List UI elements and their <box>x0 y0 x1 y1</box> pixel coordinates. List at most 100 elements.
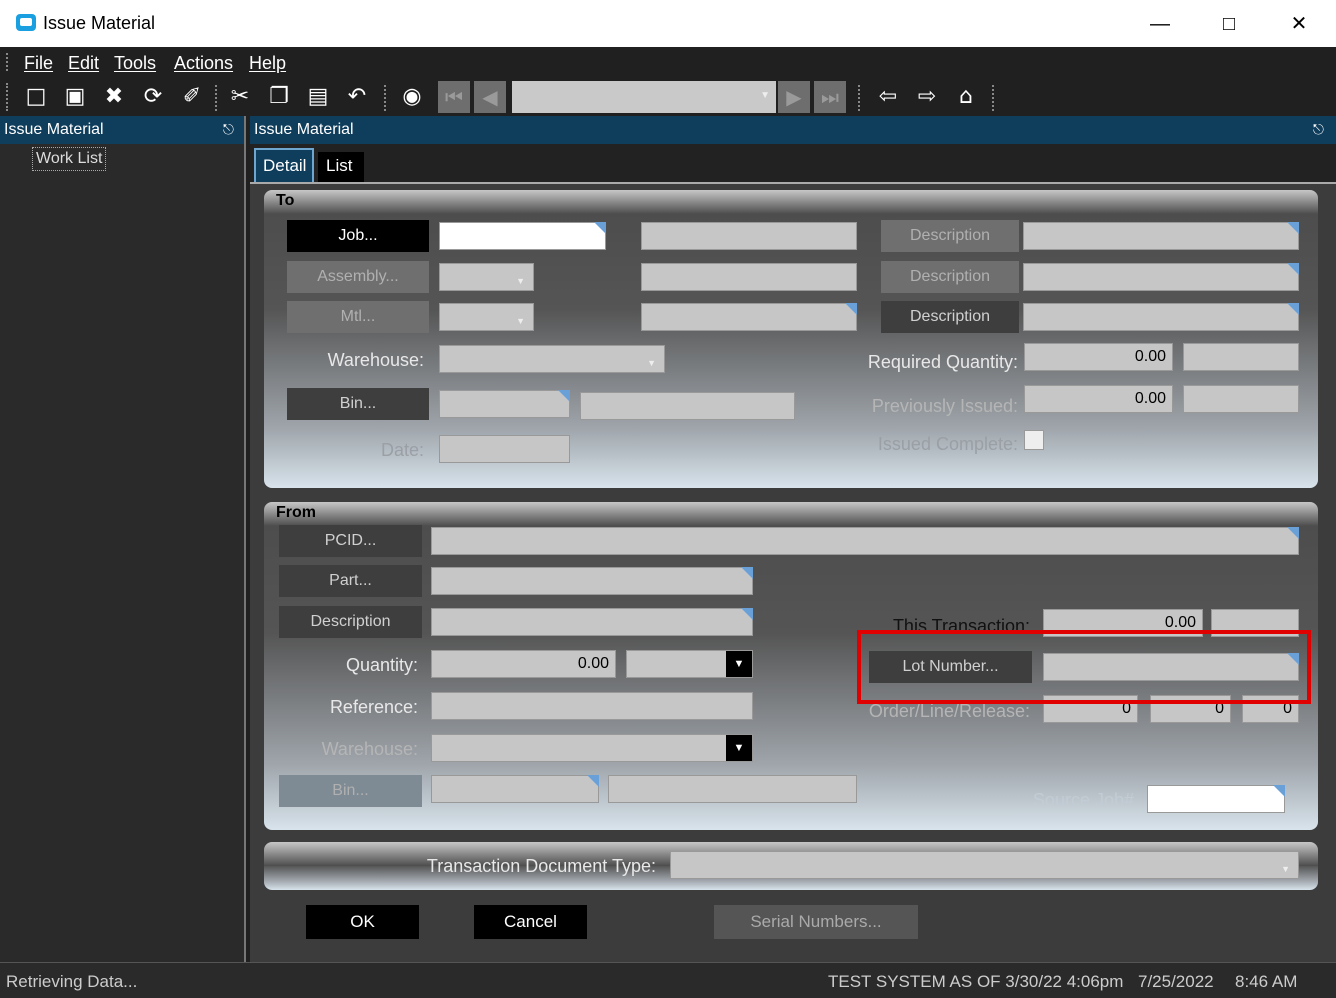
to-bin-description-field[interactable] <box>580 392 795 420</box>
tab-list[interactable]: List <box>318 152 364 182</box>
from-group-title: From <box>276 504 316 521</box>
mtl-description-field[interactable] <box>641 303 857 331</box>
lot-number-highlight-box <box>857 630 1311 704</box>
status-time: 8:46 AM <box>1235 972 1298 991</box>
job-field[interactable] <box>439 222 606 250</box>
chevron-down-icon: ▼ <box>647 358 656 368</box>
from-warehouse-dropdown[interactable]: ▼ <box>431 734 753 762</box>
from-description-field[interactable] <box>431 608 753 636</box>
pin-icon[interactable]: ⎋ <box>1313 121 1324 138</box>
status-message: Retrieving Data... <box>6 972 138 991</box>
from-bin-field[interactable] <box>431 775 599 803</box>
refresh-icon[interactable]: ⟳ <box>139 83 167 111</box>
status-date: 7/25/2022 <box>1138 972 1214 991</box>
tree-item-work-list[interactable]: Work List <box>32 147 107 171</box>
previously-issued-field[interactable]: 0.00 <box>1024 385 1173 413</box>
right-pane-header: Issue Material ⎋ <box>250 116 1336 144</box>
job-description-field[interactable] <box>641 222 857 250</box>
pcid-field[interactable] <box>431 527 1299 555</box>
from-description-button[interactable]: Description <box>279 606 422 638</box>
toolbar-grip <box>6 83 9 111</box>
pcid-button[interactable]: PCID... <box>279 525 422 557</box>
menu-edit[interactable]: Edit <box>68 53 99 74</box>
previous-record-icon[interactable]: ◀ <box>474 81 506 113</box>
issued-complete-checkbox[interactable] <box>1024 430 1044 450</box>
transaction-document-type-dropdown[interactable]: ▼ <box>670 851 1299 879</box>
part-button[interactable]: Part... <box>279 565 422 597</box>
date-field[interactable] <box>439 435 570 463</box>
from-bin-description-field[interactable] <box>608 775 857 803</box>
previously-issued-label: Previously Issued: <box>871 396 1018 416</box>
previously-issued-uom-field[interactable] <box>1183 385 1299 413</box>
cut-icon[interactable]: ✂ <box>226 83 254 111</box>
part-field[interactable] <box>431 567 753 595</box>
date-label: Date: <box>380 440 424 460</box>
tab-detail[interactable]: Detail <box>254 148 314 182</box>
description-button-2[interactable]: Description <box>881 261 1019 293</box>
chevron-down-icon: ▼ <box>516 316 525 326</box>
description-button-3[interactable]: Description <box>881 301 1019 333</box>
last-record-icon[interactable]: ⏭ <box>814 81 846 113</box>
toolbar-separator <box>384 85 386 111</box>
to-group-title: To <box>276 192 295 209</box>
description-field-2[interactable] <box>1023 263 1299 291</box>
assembly-description-field[interactable] <box>641 263 857 291</box>
menu-help[interactable]: Help <box>249 53 286 74</box>
menu-tools[interactable]: Tools <box>114 53 156 74</box>
delete-icon[interactable]: ✖ <box>100 83 128 111</box>
next-record-icon[interactable]: ▶ <box>778 81 810 113</box>
description-field-3[interactable] <box>1023 303 1299 331</box>
first-record-icon[interactable]: ⏮ <box>438 81 470 113</box>
from-warehouse-label: Warehouse: <box>321 739 418 759</box>
source-job-field[interactable] <box>1147 785 1285 813</box>
to-warehouse-dropdown[interactable]: ▼ <box>439 345 665 373</box>
description-field-1[interactable] <box>1023 222 1299 250</box>
quantity-uom-dropdown[interactable]: ▼ <box>626 650 753 678</box>
menu-actions[interactable]: Actions <box>174 53 233 74</box>
record-navigation-combo[interactable]: ▼ <box>512 81 776 113</box>
source-job-label: Source Job# <box>1032 790 1134 810</box>
ok-button[interactable]: OK <box>306 905 419 939</box>
from-bin-button[interactable]: Bin... <box>279 775 422 807</box>
assembly-button[interactable]: Assembly... <box>287 261 429 293</box>
job-button[interactable]: Job... <box>287 220 429 252</box>
to-bin-button[interactable]: Bin... <box>287 388 429 420</box>
search-binoculars-icon[interactable]: ◉ <box>398 83 426 111</box>
required-quantity-label: Required Quantity: <box>867 352 1018 372</box>
assembly-dropdown[interactable]: ▼ <box>439 263 534 291</box>
required-quantity-uom-field[interactable] <box>1183 343 1299 371</box>
home-icon[interactable]: ⌂ <box>952 83 980 111</box>
description-button-1[interactable]: Description <box>881 220 1019 252</box>
paste-icon[interactable]: ▤ <box>304 83 332 111</box>
back-icon[interactable]: ⇦ <box>874 83 902 111</box>
to-bin-field[interactable] <box>439 390 570 418</box>
mtl-dropdown[interactable]: ▼ <box>439 303 534 331</box>
save-icon[interactable]: ▣ <box>61 83 89 111</box>
cancel-button[interactable]: Cancel <box>474 905 587 939</box>
serial-numbers-button[interactable]: Serial Numbers... <box>714 905 918 939</box>
reference-field[interactable] <box>431 692 753 720</box>
left-pane: Issue Material ⎋ <box>0 116 246 962</box>
forward-icon[interactable]: ⇨ <box>913 83 941 111</box>
status-system: TEST SYSTEM AS OF 3/30/22 4:06pm <box>828 972 1124 991</box>
chevron-down-icon: ▼ <box>760 90 770 101</box>
tab-strip <box>250 144 1336 182</box>
title-bar: Issue Material — □ ✕ <box>0 0 1336 47</box>
menu-file[interactable]: File <box>24 53 53 74</box>
pin-icon[interactable]: ⎋ <box>223 121 234 138</box>
required-quantity-field[interactable]: 0.00 <box>1024 343 1173 371</box>
new-icon[interactable]: □ <box>22 83 50 111</box>
quantity-field[interactable]: 0.00 <box>431 650 616 678</box>
copy-icon[interactable]: ❐ <box>265 83 293 111</box>
status-bar: Retrieving Data... TEST SYSTEM AS OF 3/3… <box>0 962 1336 998</box>
minimize-icon[interactable]: — <box>1145 10 1175 38</box>
close-icon[interactable]: ✕ <box>1284 10 1314 38</box>
clear-icon[interactable]: ✐ <box>178 83 206 111</box>
maximize-icon[interactable]: □ <box>1214 10 1244 38</box>
issued-complete-label: Issued Complete: <box>877 434 1018 454</box>
toolbar-separator <box>992 85 994 111</box>
left-pane-header: Issue Material ⎋ <box>0 116 244 144</box>
quantity-label: Quantity: <box>345 655 418 675</box>
mtl-button[interactable]: Mtl... <box>287 301 429 333</box>
undo-icon[interactable]: ↶ <box>343 83 371 111</box>
